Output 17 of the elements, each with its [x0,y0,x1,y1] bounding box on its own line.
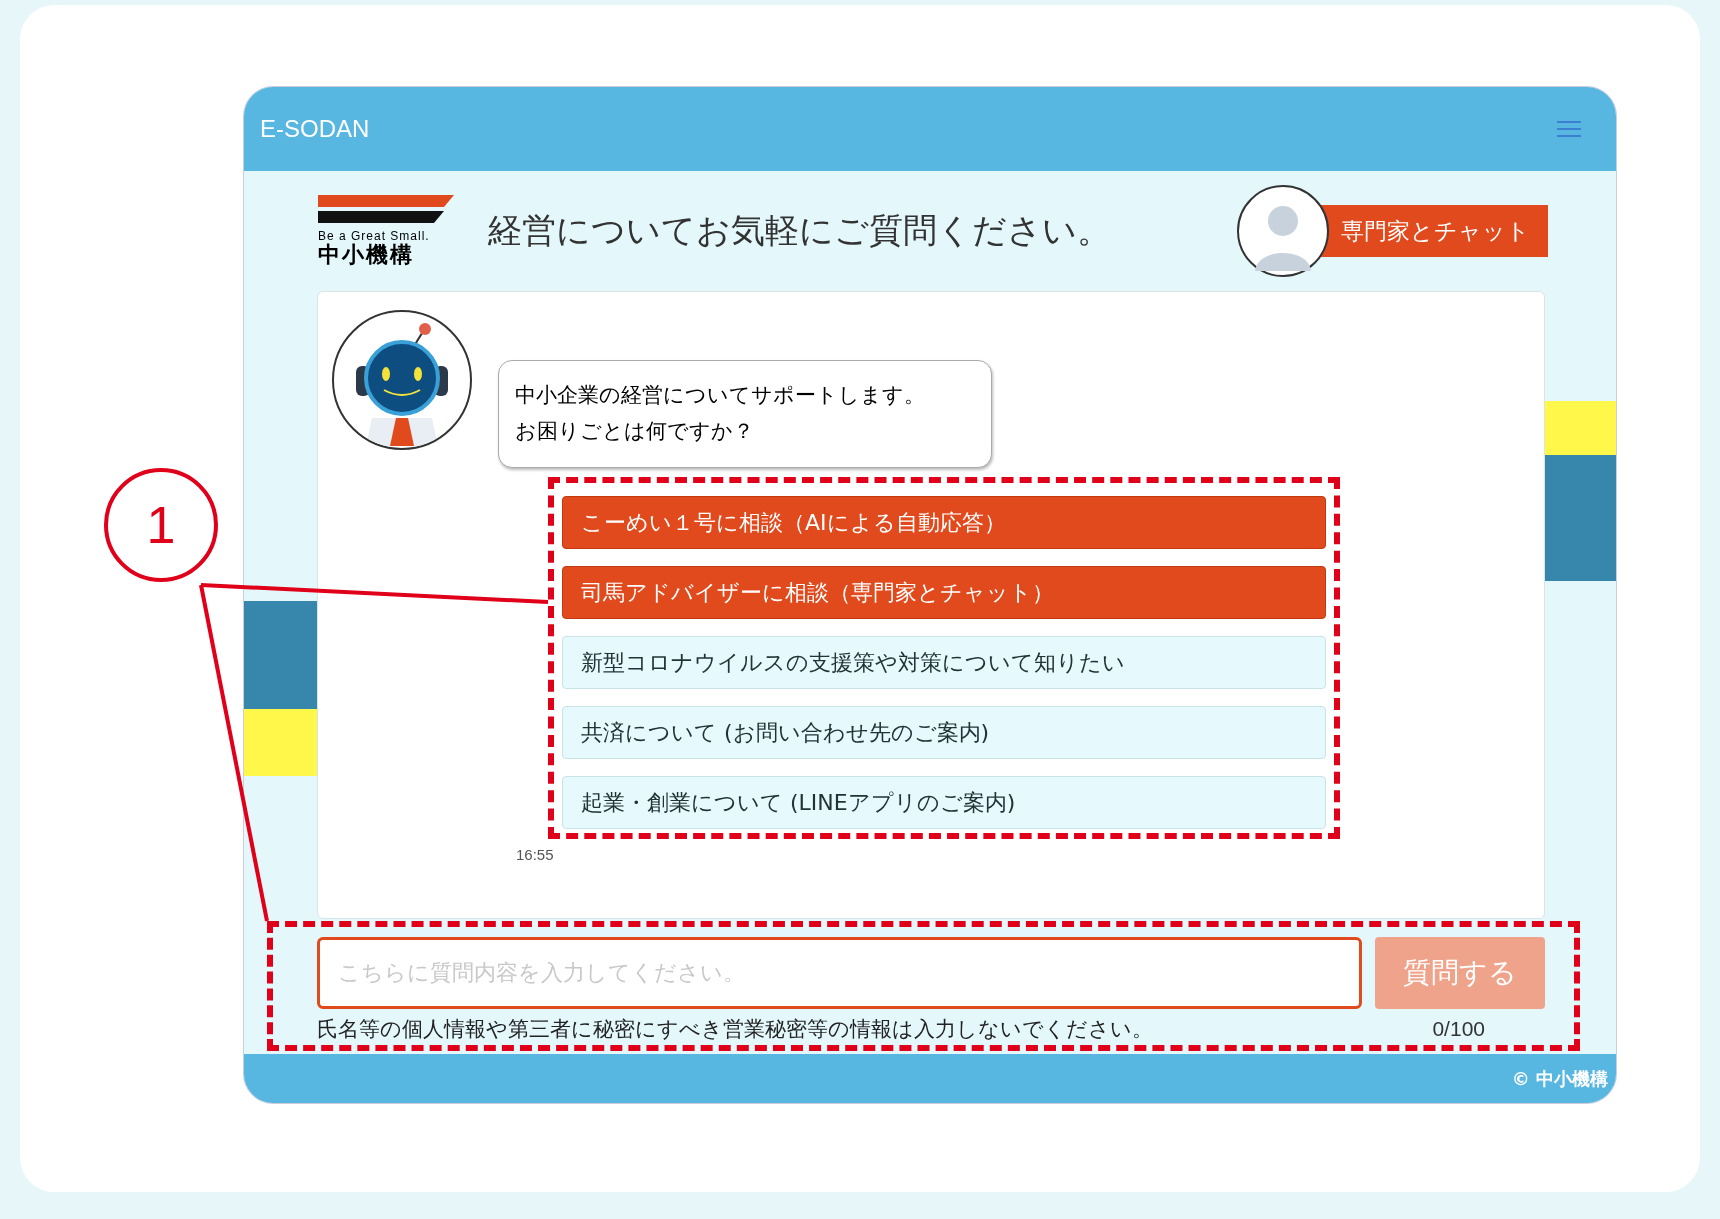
page-heading: 経営についてお気軽にご質問ください。 [488,209,1112,252]
logo-mark-icon [318,194,454,225]
copyright-text: © 中小機構 [1511,1066,1608,1091]
expert-chat-button[interactable]: 専門家とチャット [1321,205,1548,257]
choice-button[interactable]: 共済について (お問い合わせ先のご案内) [562,706,1326,759]
choice-button[interactable]: 司馬アドバイザーに相談（専門家とチャット） [562,566,1326,619]
choice-button[interactable]: 起業・創業について (LINEアプリのご案内) [562,776,1326,829]
message-time: 16:55 [516,846,554,863]
chat-message-line: お困りごとは何ですか？ [515,418,754,445]
app-title: E-SODAN [260,115,370,143]
chat-message-line: 中小企業の経営についてサポートします。 [515,382,925,409]
logo-name: 中小機構 [318,242,415,268]
choice-button[interactable]: こーめい１号に相談（AIによる自動応答） [562,496,1326,549]
logo-tagline: Be a Great Small. [318,228,431,243]
character-counter: 0/100 [1432,1017,1485,1041]
choice-button[interactable]: 新型コロナウイルスの支援策や対策について知りたい [562,636,1326,689]
privacy-notice: 氏名等の個人情報や第三者に秘密にすべき営業秘密等の情報は入力しないでください。 [317,1016,1153,1043]
